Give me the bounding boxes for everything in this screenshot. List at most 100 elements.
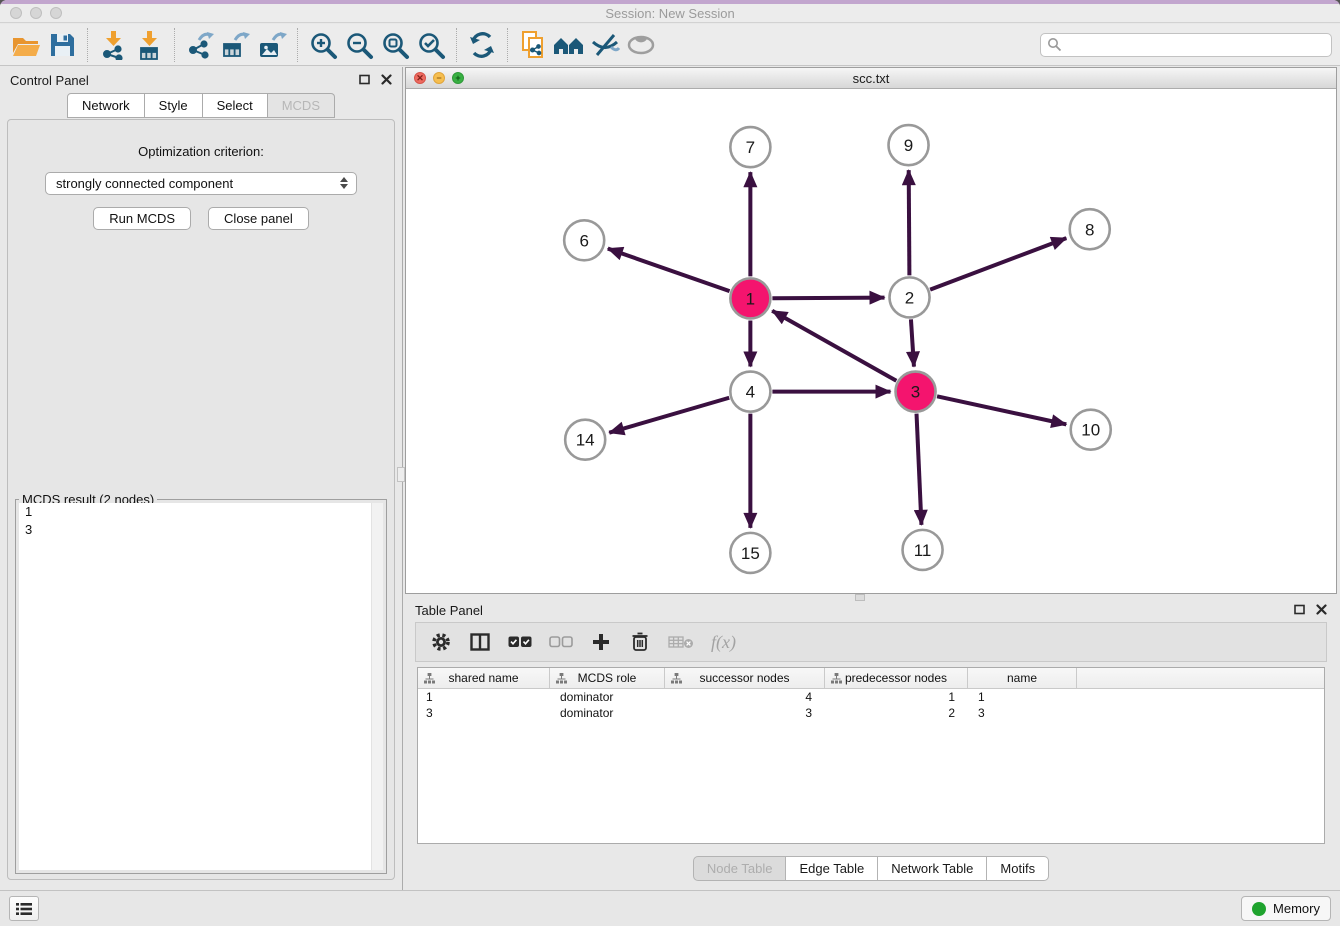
column-header-successor-nodes[interactable]: successor nodes <box>665 668 825 688</box>
optimization-criterion-label: Optimization criterion: <box>8 144 394 159</box>
graph-edge-1-6[interactable] <box>608 249 730 292</box>
node-table[interactable]: shared name MCDS role <box>417 667 1325 844</box>
table-cell[interactable]: dominator <box>550 690 665 704</box>
search-field[interactable] <box>1040 33 1332 57</box>
graph-edge-3-11[interactable] <box>917 414 922 525</box>
tab-mcds[interactable]: MCDS <box>268 93 335 118</box>
network-canvas[interactable]: 1234678910111415 <box>406 89 1336 593</box>
column-label: predecessor nodes <box>845 671 947 685</box>
column-tree-icon <box>424 673 435 684</box>
close-panel-button[interactable]: Close panel <box>208 207 309 230</box>
mcds-result-box[interactable]: 1 3 <box>19 503 383 870</box>
tab-style[interactable]: Style <box>145 93 203 118</box>
column-tree-icon <box>556 673 567 684</box>
criterion-dropdown[interactable]: strongly connected component <box>45 172 357 195</box>
table-cell[interactable]: 2 <box>825 706 968 720</box>
window-title: Session: New Session <box>0 6 1340 21</box>
graph-edge-1-2[interactable] <box>772 298 884 299</box>
zoom-fit-button[interactable] <box>377 27 413 63</box>
search-input[interactable] <box>1062 36 1325 53</box>
show-all-button[interactable] <box>623 27 659 63</box>
save-session-button[interactable] <box>44 27 80 63</box>
control-panel-title: Control Panel <box>10 73 89 88</box>
zoom-in-icon <box>308 30 338 60</box>
network-view-traffic-lights: ✕ − + <box>414 72 464 84</box>
zoom-out-icon <box>344 30 374 60</box>
tab-network-table[interactable]: Network Table <box>878 856 987 881</box>
export-table-button[interactable] <box>218 27 254 63</box>
table-cell[interactable]: 3 <box>665 706 825 720</box>
first-neighbors-button[interactable] <box>551 27 587 63</box>
plus-icon <box>592 633 610 651</box>
tab-node-table[interactable]: Node Table <box>693 856 787 881</box>
select-all-button[interactable] <box>508 629 532 655</box>
unselect-all-button[interactable] <box>549 629 573 655</box>
graph-node-label-3: 3 <box>911 383 920 402</box>
vertical-splitter-grip[interactable] <box>397 467 405 482</box>
minimize-network-view-button[interactable]: − <box>433 72 445 84</box>
close-network-view-button[interactable]: ✕ <box>414 72 426 84</box>
table-cell[interactable]: 1 <box>968 690 1077 704</box>
column-header-name[interactable]: name <box>968 668 1077 688</box>
apply-layout-button[interactable] <box>464 27 500 63</box>
table-cell[interactable]: dominator <box>550 706 665 720</box>
open-session-button[interactable] <box>8 27 44 63</box>
close-panel-icon[interactable] <box>1316 604 1327 615</box>
tab-edge-table[interactable]: Edge Table <box>786 856 878 881</box>
table-row[interactable]: 1 dominator 4 1 1 <box>418 689 1324 705</box>
memory-button[interactable]: Memory <box>1241 896 1331 921</box>
clone-network-icon <box>518 30 548 60</box>
graph-edge-3-10[interactable] <box>937 396 1066 424</box>
mcds-result-line: 1 <box>19 503 383 521</box>
main-toolbar <box>0 24 1340 66</box>
show-columns-button[interactable] <box>469 629 491 655</box>
tab-select[interactable]: Select <box>203 93 268 118</box>
run-mcds-button[interactable]: Run MCDS <box>93 207 191 230</box>
table-cell[interactable]: 4 <box>665 690 825 704</box>
application-window: Session: New Session <box>0 0 1340 926</box>
export-table-icon <box>221 30 251 60</box>
status-bar: Memory <box>0 890 1340 926</box>
table-row[interactable]: 3 dominator 3 2 3 <box>418 705 1324 721</box>
open-folder-icon <box>11 30 41 60</box>
graph-edge-3-1[interactable] <box>772 311 896 381</box>
export-network-button[interactable] <box>182 27 218 63</box>
horizontal-splitter-grip[interactable] <box>855 594 865 601</box>
table-cell[interactable]: 3 <box>968 706 1077 720</box>
column-header-mcds-role[interactable]: MCDS role <box>550 668 665 688</box>
create-column-button[interactable] <box>590 629 612 655</box>
zoom-in-button[interactable] <box>305 27 341 63</box>
import-table-button[interactable] <box>131 27 167 63</box>
zoom-out-button[interactable] <box>341 27 377 63</box>
graph-edge-4-14[interactable] <box>609 398 729 433</box>
clone-network-button[interactable] <box>515 27 551 63</box>
column-tree-icon <box>671 673 682 684</box>
export-image-button[interactable] <box>254 27 290 63</box>
result-scrollbar[interactable] <box>371 503 383 870</box>
float-panel-icon[interactable] <box>1294 604 1305 615</box>
delete-columns-button[interactable] <box>629 629 651 655</box>
maximize-network-view-button[interactable]: + <box>452 72 464 84</box>
gear-icon <box>430 631 452 653</box>
graph-edge-2-8[interactable] <box>930 238 1066 289</box>
graph-edge-2-3[interactable] <box>911 319 914 366</box>
hide-selected-button[interactable] <box>587 27 623 63</box>
table-cell[interactable]: 1 <box>825 690 968 704</box>
column-header-shared-name[interactable]: shared name <box>418 668 550 688</box>
checked-boxes-icon <box>508 636 532 648</box>
table-mode-button[interactable] <box>430 629 452 655</box>
graph-edge-2-9[interactable] <box>909 170 910 275</box>
tab-motifs[interactable]: Motifs <box>987 856 1049 881</box>
zoom-selected-button[interactable] <box>413 27 449 63</box>
table-cell[interactable]: 3 <box>418 706 550 720</box>
tab-network[interactable]: Network <box>67 93 145 118</box>
float-panel-icon[interactable] <box>359 74 370 85</box>
fx-icon: f(x) <box>711 632 736 653</box>
close-panel-icon[interactable] <box>381 74 392 85</box>
task-history-button[interactable] <box>9 896 39 921</box>
column-header-predecessor-nodes[interactable]: predecessor nodes <box>825 668 968 688</box>
table-cell[interactable]: 1 <box>418 690 550 704</box>
import-network-button[interactable] <box>95 27 131 63</box>
list-icon <box>16 902 32 916</box>
network-view-window: ✕ − + scc.txt 1234678910111415 <box>405 67 1337 594</box>
